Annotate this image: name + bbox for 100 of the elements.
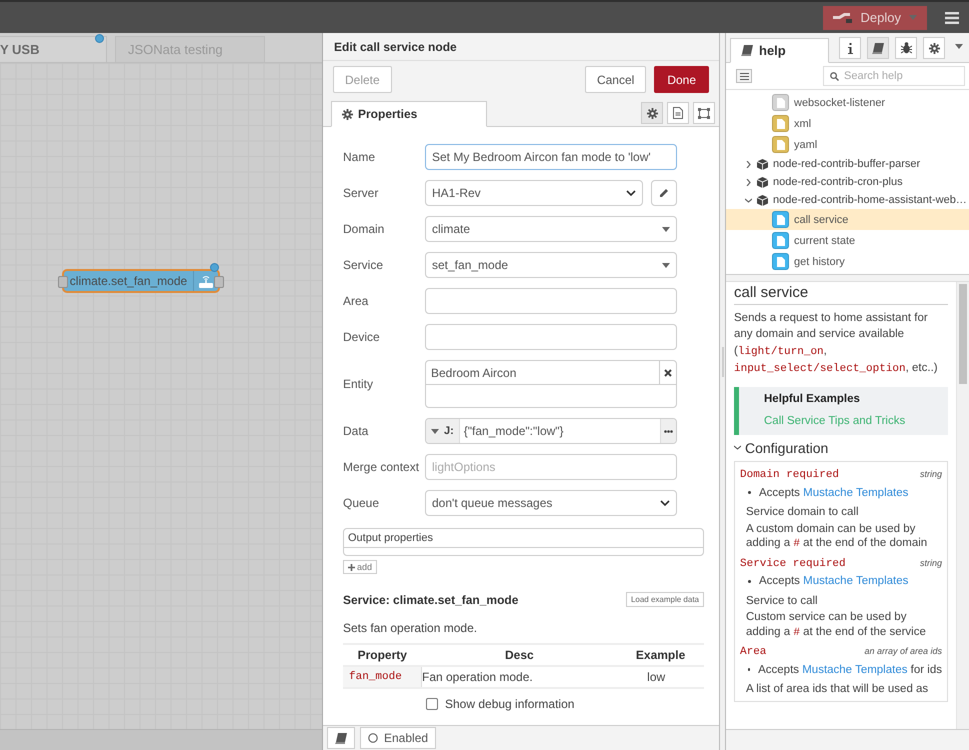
book-icon	[335, 732, 347, 744]
help-button[interactable]	[327, 727, 355, 749]
package-icon	[757, 176, 768, 188]
module-item[interactable]: node-red-contrib-cron-plus	[726, 173, 969, 191]
deploy-button[interactable]: Deploy	[822, 6, 927, 30]
node-item[interactable]: websocket-listener	[726, 92, 969, 113]
help-tab[interactable]: help	[730, 38, 830, 63]
node-item[interactable]: call service	[726, 209, 969, 230]
examples-heading: Helpful Examples	[764, 392, 861, 406]
service-heading: Service: climate.set_fan_mode	[343, 592, 518, 606]
info-button[interactable]	[839, 37, 862, 59]
module-item[interactable]: node-red-contrib-buffer-parser	[726, 155, 969, 173]
chevron-icon	[660, 500, 670, 506]
templates-link[interactable]: Mustache Templates	[803, 486, 908, 498]
chevron-down-icon	[734, 444, 741, 452]
properties-tab[interactable]: Properties	[331, 101, 487, 127]
frame-icon	[698, 108, 710, 118]
field-label: Name	[343, 150, 376, 164]
scrollbar[interactable]	[956, 282, 969, 729]
bullet-icon	[748, 491, 751, 494]
add-button[interactable]: add	[343, 560, 378, 574]
search-icon	[830, 72, 839, 80]
property-description: Service domain to call	[745, 505, 860, 520]
entity-field[interactable]: Bedroom Aircon	[425, 360, 677, 408]
help-button[interactable]	[867, 37, 890, 59]
chevron-down-icon	[744, 196, 752, 204]
debug-button[interactable]	[895, 37, 918, 59]
type-button[interactable]: J:	[426, 419, 460, 443]
enabled-toggle[interactable]: Enabled	[360, 727, 436, 749]
description-tab-button[interactable]	[667, 102, 689, 124]
pencil-icon	[659, 188, 669, 198]
field-label: Service	[343, 258, 384, 272]
cancel-button[interactable]: Cancel	[584, 66, 646, 93]
dropdown-icon	[954, 44, 963, 49]
text-field[interactable]	[425, 288, 677, 314]
settings-icon	[646, 108, 658, 118]
load-example-button[interactable]: Load example data	[626, 592, 704, 607]
bullet-text: Accepts Mustache Templates	[759, 574, 908, 588]
settings-tab-button[interactable]	[641, 102, 663, 124]
bullet-text: Accepts Mustache Templates for ids	[758, 662, 942, 677]
templates-link[interactable]: Mustache Templates	[803, 575, 908, 587]
bug-icon	[900, 42, 912, 54]
property-description: A list of area ids that will be used as	[745, 682, 930, 696]
module-item[interactable]: node-red-contrib-home-assistant-web…	[726, 191, 969, 209]
output-properties-list: Output properties	[343, 528, 704, 556]
combo-field[interactable]: set_fan_mode	[425, 252, 677, 278]
bullet-icon	[748, 668, 750, 672]
chevron-icon	[626, 190, 636, 196]
node-item[interactable]: current state	[726, 230, 969, 251]
configuration-toggle[interactable]: Configuration	[734, 440, 948, 455]
info-icon	[848, 42, 853, 54]
node-item[interactable]: get history	[726, 251, 969, 272]
field-label: Server	[343, 186, 380, 200]
edit-button[interactable]	[651, 180, 677, 206]
field-label: Merge context	[343, 460, 420, 474]
field-label: Device	[343, 330, 381, 344]
appearance-tab-button[interactable]	[693, 102, 715, 124]
help-description: Sends a request to home assistant for any domain and service available (light/turn_on, input_select/select_option, etc..)	[734, 310, 939, 377]
checkbox[interactable]	[426, 698, 438, 710]
field-label: Queue	[343, 496, 380, 510]
field-label: Domain	[343, 222, 386, 236]
done-button[interactable]: Done	[654, 66, 709, 93]
caret-icon	[909, 15, 917, 20]
property-type: string	[920, 556, 942, 570]
property-description: Service to call	[745, 594, 819, 608]
book-icon	[872, 42, 884, 54]
flow-tab[interactable]: Y USB	[0, 36, 107, 62]
circle-icon	[368, 733, 378, 743]
menu-icon[interactable]	[945, 12, 959, 24]
deploy-icon	[832, 12, 853, 22]
property-description: Custom service can be used by adding a # at the end of the service	[745, 610, 927, 640]
combo-field[interactable]: climate	[425, 216, 677, 242]
input-port[interactable]	[58, 276, 68, 288]
node-item[interactable]: xml	[726, 113, 969, 134]
field-label: Data	[343, 424, 370, 438]
table-cell: Fan operation mode.	[422, 666, 618, 688]
help-title: call service	[734, 286, 948, 304]
plus-icon	[348, 564, 355, 570]
list-button[interactable]	[736, 69, 752, 83]
text-field[interactable]: Set My Bedroom Aircon fan mode to 'low'	[425, 144, 677, 170]
chevron-right-icon	[744, 160, 752, 168]
settings-icon	[928, 42, 940, 54]
node-item[interactable]: yaml	[726, 134, 969, 155]
expand-button[interactable]	[660, 419, 676, 443]
close-icon[interactable]	[664, 368, 672, 376]
settings-button[interactable]	[923, 37, 945, 59]
typed-input-field[interactable]: J: {"fan_mode":"low"}	[425, 418, 677, 444]
ellipsis-icon	[664, 430, 673, 432]
property-description: A custom domain can be used by adding a # at the end of the domain	[745, 522, 928, 552]
queue-select[interactable]: don't queue messages	[425, 490, 677, 516]
field-label: Entity	[343, 377, 374, 391]
templates-link[interactable]: Mustache Templates	[802, 664, 908, 676]
text-field[interactable]	[425, 324, 677, 350]
field-label: Area	[343, 294, 370, 308]
column-header: Example	[617, 644, 704, 666]
property-type: string	[920, 468, 942, 481]
server-select[interactable]: HA1-Rev	[425, 180, 643, 206]
package-icon	[757, 158, 768, 170]
document-icon	[673, 107, 683, 119]
book-icon	[741, 45, 753, 56]
